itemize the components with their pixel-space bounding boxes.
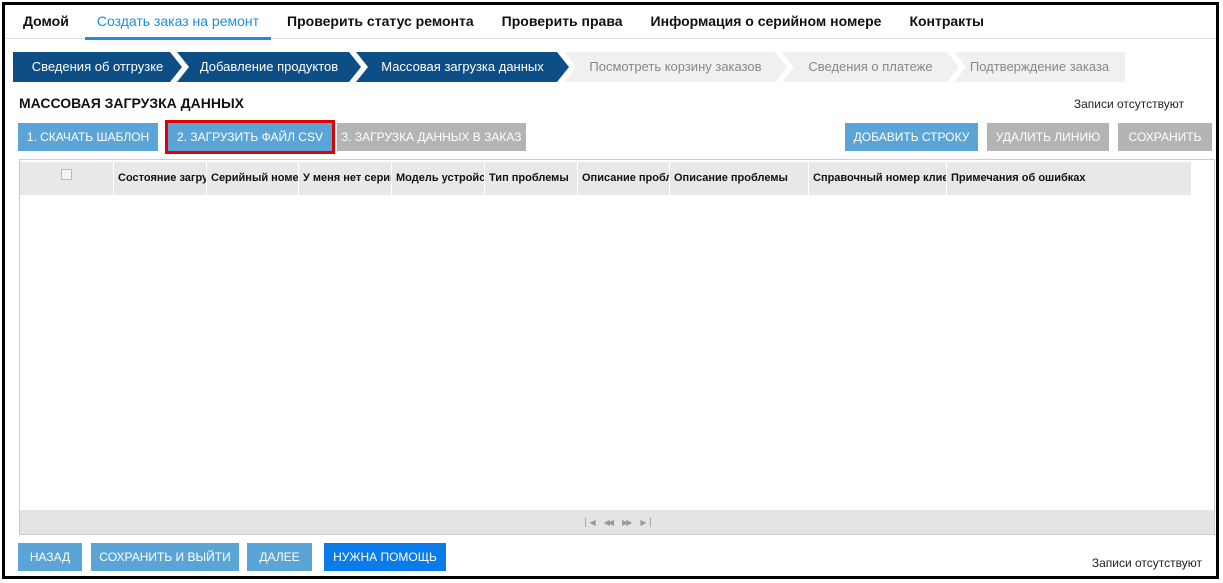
step-label: Посмотреть корзину заказов — [589, 59, 762, 74]
save-button[interactable]: СОХРАНИТЬ — [1118, 123, 1212, 151]
column-header[interactable]: Модель устройства — [392, 162, 485, 195]
step-add-products[interactable]: Добавление продуктов — [177, 52, 361, 82]
step-view-cart[interactable]: Посмотреть корзину заказов — [564, 52, 787, 82]
nav-home[interactable]: Домой — [23, 5, 69, 39]
nav-contracts[interactable]: Контракты — [909, 5, 984, 39]
step-label: Подтверждение заказа — [969, 59, 1110, 74]
step-order-confirmation[interactable]: Подтверждение заказа — [954, 52, 1125, 82]
step-label: Массовая загрузка данных — [381, 59, 544, 74]
next-page-icon[interactable]: ▶▶ — [622, 518, 632, 527]
column-header[interactable]: Состояние загрузки — [114, 162, 207, 195]
grid-header: Состояние загрузки Серийный номер У меня… — [20, 162, 1192, 195]
need-help-button[interactable]: НУЖНА ПОМОЩЬ — [324, 543, 446, 571]
step-payment-info[interactable]: Сведения о платеже — [782, 52, 959, 82]
step-label: Сведения о платеже — [808, 59, 933, 74]
records-status-top: Записи отсутствуют — [1073, 97, 1184, 111]
wizard-steps: Сведения об отгрузке Добавление продукто… — [13, 52, 1125, 82]
save-and-exit-button[interactable]: СОХРАНИТЬ И ВЫЙТИ — [91, 543, 239, 571]
nav-serial-number-info[interactable]: Информация о серийном номере — [651, 5, 882, 39]
step-label: Сведения об отгрузке — [31, 59, 164, 74]
select-all-column — [20, 162, 114, 195]
step-shipping-info[interactable]: Сведения об отгрузке — [13, 52, 182, 82]
column-header[interactable]: Описание проблемы — [670, 162, 809, 195]
first-page-icon[interactable]: ▏◀ — [585, 518, 595, 527]
step-bulk-upload[interactable]: Массовая загрузка данных — [356, 52, 569, 82]
grid-pager: ▏◀ ◀◀ ▶▶ ▶▕ — [20, 510, 1214, 534]
prev-page-icon[interactable]: ◀◀ — [604, 518, 614, 527]
column-header[interactable]: Примечания об ошибках — [947, 162, 1192, 195]
column-header[interactable]: Тип проблемы — [485, 162, 578, 195]
step-label: Добавление продуктов — [199, 59, 339, 74]
load-data-to-order-button[interactable]: 3. ЗАГРУЗКА ДАННЫХ В ЗАКАЗ — [337, 123, 526, 151]
next-button[interactable]: ДАЛЕЕ — [247, 543, 312, 571]
add-row-button[interactable]: ДОБАВИТЬ СТРОКУ — [845, 123, 978, 151]
upload-csv-button[interactable]: 2. ЗАГРУЗИТЬ ФАЙЛ CSV — [165, 120, 335, 154]
nav-check-entitlement[interactable]: Проверить права — [502, 5, 623, 39]
back-button[interactable]: НАЗАД — [18, 543, 82, 571]
delete-line-button[interactable]: УДАЛИТЬ ЛИНИЮ — [987, 123, 1109, 151]
app-frame: Домой Создать заказ на ремонт Проверить … — [2, 2, 1219, 579]
records-status-bottom: Записи отсутствуют — [1091, 556, 1202, 570]
select-all-checkbox[interactable] — [61, 169, 72, 180]
bulk-upload-grid: Состояние загрузки Серийный номер У меня… — [19, 159, 1215, 535]
nav-check-repair-status[interactable]: Проверить статус ремонта — [287, 5, 474, 39]
top-navigation: Домой Создать заказ на ремонт Проверить … — [5, 5, 1216, 40]
column-header[interactable]: Справочный номер клиента — [809, 162, 947, 195]
column-header[interactable]: Описание проблемы — [578, 162, 670, 195]
page-title: МАССОВАЯ ЗАГРУЗКА ДАННЫХ — [19, 95, 245, 111]
last-page-icon[interactable]: ▶▕ — [640, 518, 650, 527]
download-template-button[interactable]: 1. СКАЧАТЬ ШАБЛОН — [18, 123, 158, 151]
column-header[interactable]: Серийный номер — [207, 162, 299, 195]
nav-create-repair-order[interactable]: Создать заказ на ремонт — [84, 5, 272, 40]
column-header[interactable]: У меня нет серийного номера — [299, 162, 392, 195]
